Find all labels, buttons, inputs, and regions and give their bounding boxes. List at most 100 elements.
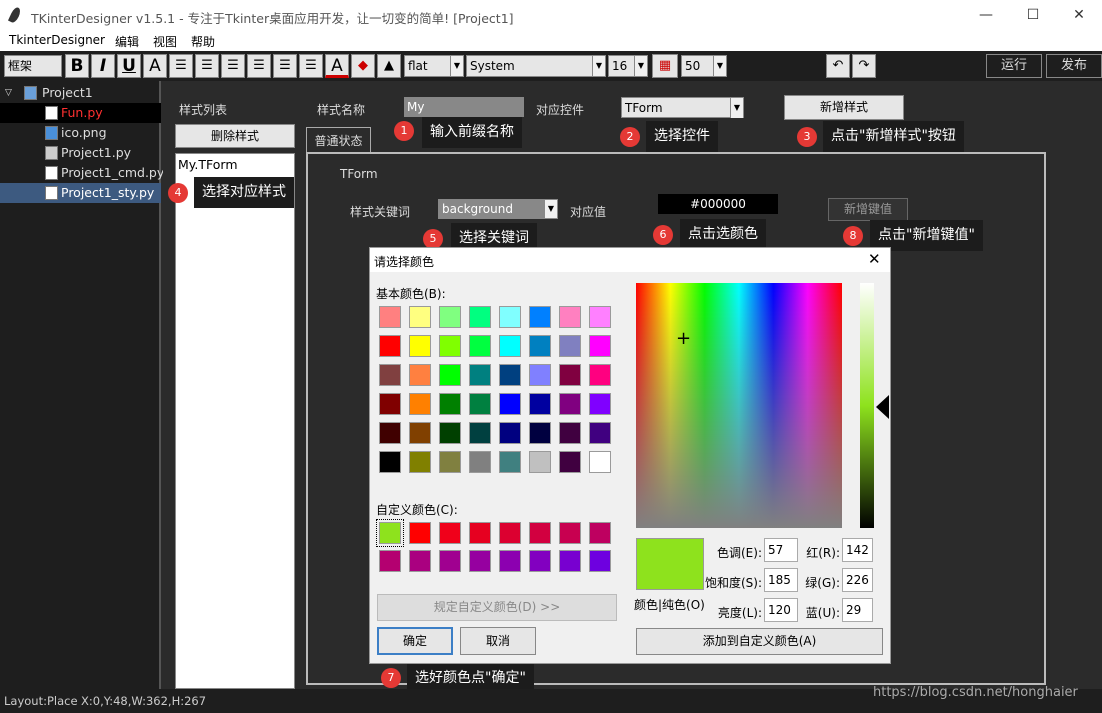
basic-color-swatch[interactable] — [379, 422, 401, 444]
basic-color-swatch[interactable] — [529, 422, 551, 444]
fill-color-icon[interactable]: ◆ — [351, 54, 375, 78]
custom-color-swatch[interactable] — [469, 522, 491, 544]
cancel-button[interactable]: 取消 — [460, 627, 536, 655]
custom-color-swatch[interactable] — [559, 550, 581, 572]
font-size-select[interactable]: 16 ▼ — [608, 55, 648, 77]
basic-color-swatch[interactable] — [559, 364, 581, 386]
align-bottom-icon[interactable]: ☰ — [299, 54, 323, 78]
basic-color-swatch[interactable] — [499, 422, 521, 444]
custom-color-swatch[interactable] — [529, 550, 551, 572]
basic-color-swatch[interactable] — [469, 335, 491, 357]
custom-color-swatch[interactable] — [439, 550, 461, 572]
run-button[interactable]: 运行 — [986, 54, 1042, 78]
menu-help[interactable]: 帮助 — [191, 33, 215, 50]
basic-color-swatch[interactable] — [409, 422, 431, 444]
basic-color-swatch[interactable] — [469, 364, 491, 386]
basic-color-swatch[interactable] — [439, 393, 461, 415]
basic-color-swatch[interactable] — [559, 422, 581, 444]
maximize-button[interactable]: ☐ — [1010, 0, 1056, 31]
basic-color-swatch[interactable] — [439, 422, 461, 444]
add-to-custom-button[interactable]: 添加到自定义颜色(A) — [636, 628, 883, 655]
color-value-field[interactable]: #000000 — [658, 194, 778, 214]
basic-color-swatch[interactable] — [499, 335, 521, 357]
basic-color-swatch[interactable] — [409, 306, 431, 328]
publish-button[interactable]: 发布 — [1046, 54, 1102, 78]
add-style-button[interactable]: 新增样式 — [784, 95, 904, 120]
basic-color-swatch[interactable] — [439, 335, 461, 357]
style-list[interactable]: My.TForm — [175, 153, 295, 689]
align-top-icon[interactable]: ☰ — [247, 54, 271, 78]
basic-color-swatch[interactable] — [379, 393, 401, 415]
basic-color-swatch[interactable] — [529, 306, 551, 328]
text-color-button[interactable]: A — [325, 54, 349, 78]
dialog-close-icon[interactable]: ✕ — [868, 250, 881, 268]
blue-input[interactable]: 29 — [842, 598, 873, 622]
basic-color-swatch[interactable] — [469, 393, 491, 415]
custom-color-swatch[interactable] — [589, 550, 611, 572]
underline-button[interactable]: U — [117, 54, 141, 78]
tree-item[interactable]: Project1.py — [0, 143, 161, 163]
custom-color-swatch[interactable] — [529, 522, 551, 544]
relief-select[interactable]: flat ▼ — [404, 55, 464, 77]
basic-color-swatch[interactable] — [529, 335, 551, 357]
custom-color-swatch[interactable] — [379, 550, 401, 572]
basic-color-swatch[interactable] — [499, 364, 521, 386]
basic-color-swatch[interactable] — [559, 451, 581, 473]
basic-color-swatch[interactable] — [529, 364, 551, 386]
menu-edit[interactable]: 编辑 — [115, 33, 139, 50]
red-input[interactable]: 142 — [842, 538, 873, 562]
tab-normal-state[interactable]: 普通状态 — [306, 127, 371, 153]
basic-color-swatch[interactable] — [469, 451, 491, 473]
custom-color-swatch[interactable] — [499, 550, 521, 572]
bold-button[interactable]: B — [65, 54, 89, 78]
basic-color-swatch[interactable] — [499, 306, 521, 328]
basic-color-swatch[interactable] — [589, 335, 611, 357]
tree-item-selected[interactable]: Project1_sty.py — [0, 183, 161, 203]
align-left-icon[interactable]: ☰ — [169, 54, 193, 78]
basic-color-swatch[interactable] — [589, 306, 611, 328]
tree-item[interactable]: Fun.py — [0, 103, 161, 123]
align-right-icon[interactable]: ☰ — [221, 54, 245, 78]
grid-icon[interactable]: ▦ — [652, 54, 678, 78]
keyword-select[interactable]: background ▼ — [438, 199, 558, 219]
basic-color-swatch[interactable] — [409, 335, 431, 357]
basic-color-swatch[interactable] — [589, 451, 611, 473]
ok-button[interactable]: 确定 — [377, 627, 453, 655]
image-icon[interactable]: ▲ — [377, 54, 401, 78]
basic-color-swatch[interactable] — [439, 451, 461, 473]
basic-color-swatch[interactable] — [589, 364, 611, 386]
define-custom-button[interactable]: 规定自定义颜色(D) >> — [377, 594, 617, 621]
basic-color-swatch[interactable] — [379, 364, 401, 386]
tree-root[interactable]: ▽ Project1 — [0, 83, 161, 103]
basic-color-swatch[interactable] — [439, 364, 461, 386]
basic-color-swatch[interactable] — [409, 393, 431, 415]
basic-color-swatch[interactable] — [409, 364, 431, 386]
slider-arrow-icon[interactable] — [876, 395, 889, 419]
basic-color-swatch[interactable] — [439, 306, 461, 328]
menu-tkinterdesigner[interactable]: TkinterDesigner — [9, 33, 105, 47]
font-family-select[interactable]: System ▼ — [466, 55, 606, 77]
custom-color-swatch[interactable] — [409, 550, 431, 572]
basic-color-swatch[interactable] — [559, 306, 581, 328]
custom-color-swatch[interactable] — [589, 522, 611, 544]
align-middle-icon[interactable]: ☰ — [273, 54, 297, 78]
list-item[interactable]: My.TForm — [178, 157, 238, 172]
minimize-button[interactable]: — — [963, 0, 1009, 31]
basic-color-swatch[interactable] — [379, 335, 401, 357]
basic-color-swatch[interactable] — [499, 451, 521, 473]
custom-color-swatch[interactable] — [559, 522, 581, 544]
frame-select[interactable]: 框架 — [4, 55, 62, 77]
luminance-slider[interactable] — [860, 283, 874, 528]
custom-color-swatch[interactable] — [409, 522, 431, 544]
basic-color-swatch[interactable] — [469, 422, 491, 444]
add-key-button[interactable]: 新增键值 — [828, 198, 908, 221]
menu-view[interactable]: 视图 — [153, 33, 177, 50]
custom-color-swatch[interactable] — [469, 550, 491, 572]
basic-color-swatch[interactable] — [529, 451, 551, 473]
collapse-arrow-icon[interactable]: ▽ — [5, 83, 12, 103]
basic-color-swatch[interactable] — [559, 335, 581, 357]
redo-icon[interactable]: ↷ — [852, 54, 876, 78]
custom-color-swatch[interactable] — [439, 522, 461, 544]
basic-color-swatch[interactable] — [589, 393, 611, 415]
width-spin[interactable]: 50 ▼ — [681, 55, 727, 77]
